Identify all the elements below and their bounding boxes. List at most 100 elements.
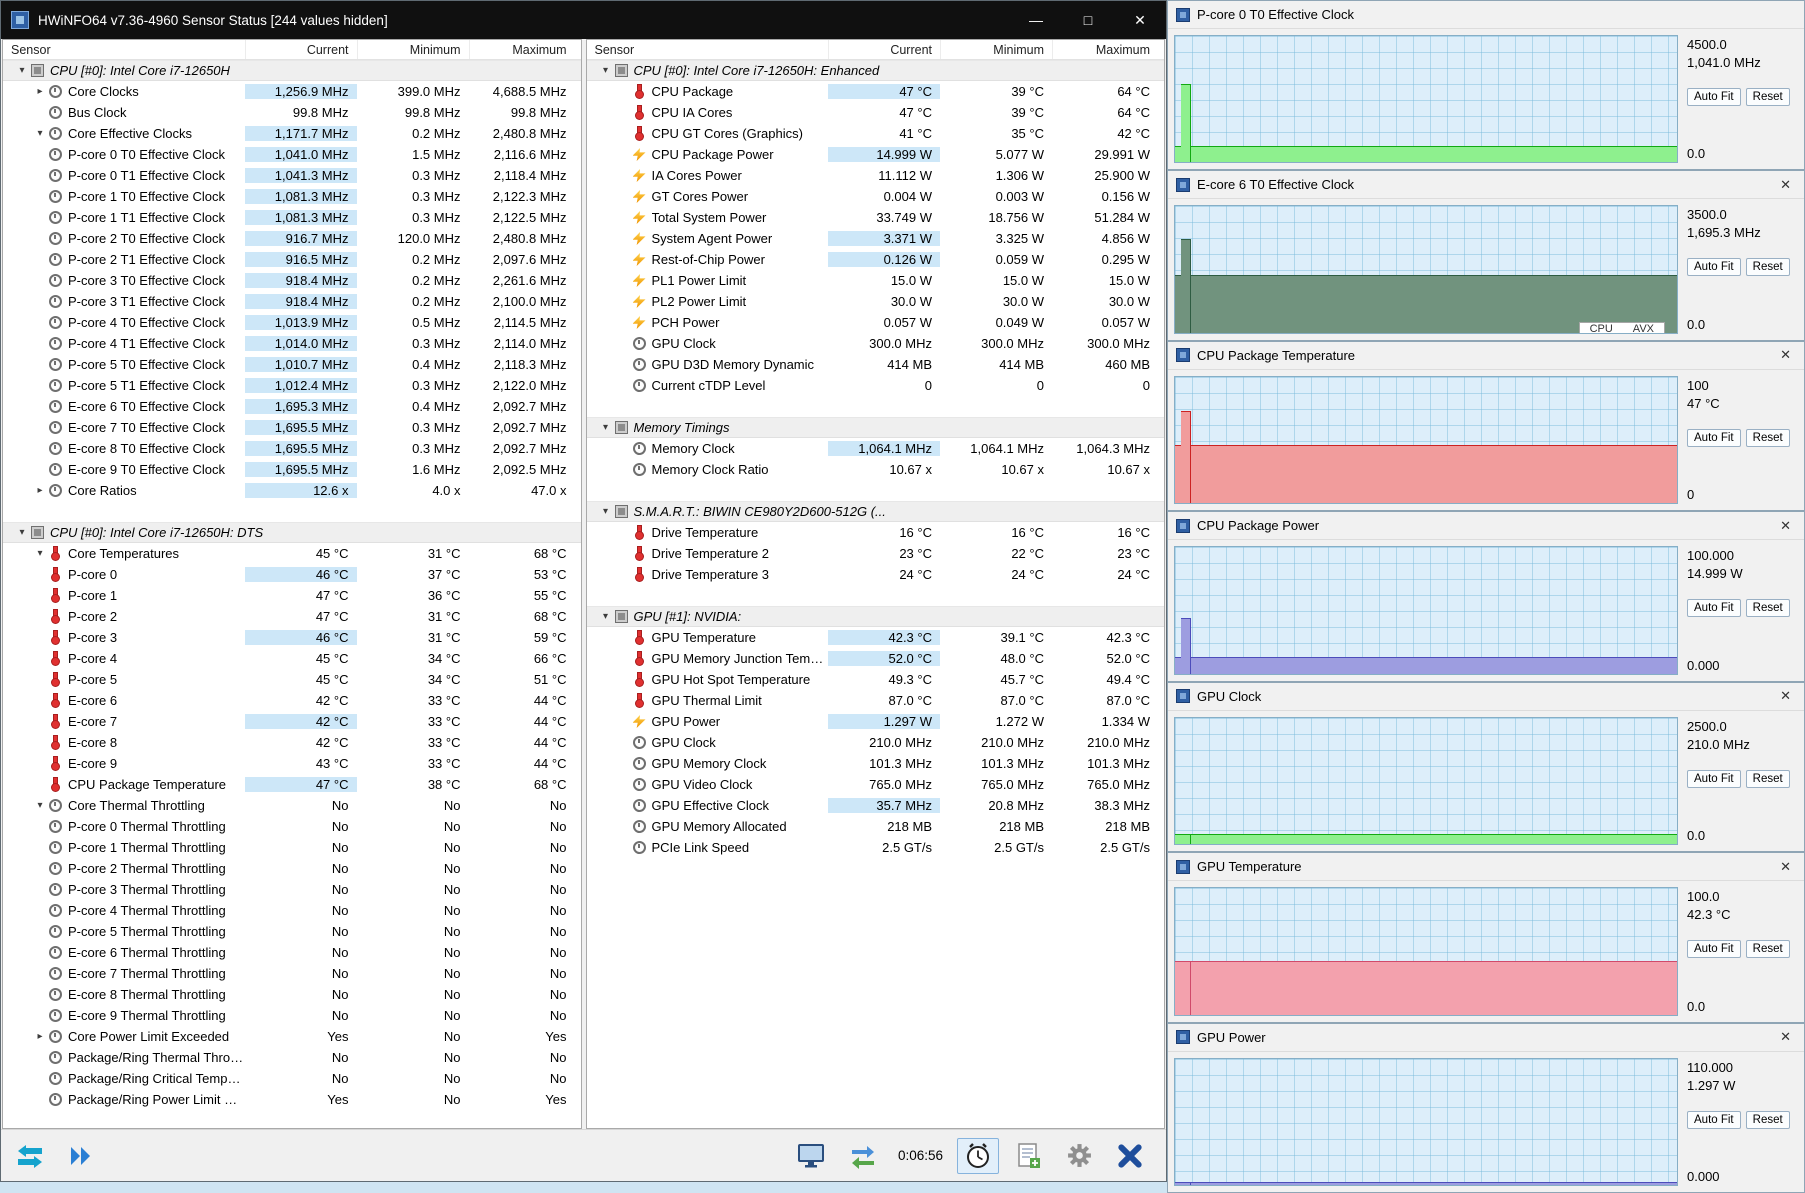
sensor-row[interactable]: P-core 3 Thermal Throttling No No No (3, 879, 581, 900)
sensor-row[interactable]: E-core 6 42 °C 33 °C 44 °C (3, 690, 581, 711)
column-header-right[interactable]: Sensor Current Minimum Maximum (586, 40, 1164, 60)
sensor-row[interactable]: GPU Memory Allocated 218 MB 218 MB 218 MB (587, 816, 1165, 837)
sensor-row[interactable]: CPU Package Temperature 47 °C 38 °C 68 °C (3, 774, 581, 795)
sensor-row[interactable]: Package/Ring Power Limit Exceeded Yes No Ye… (3, 1089, 581, 1110)
section-row[interactable]: ▾ Memory Timings (586, 417, 1164, 438)
graph-titlebar[interactable]: CPU Package Temperature ✕ (1168, 341, 1804, 370)
sensor-row[interactable]: P-core 3 T0 Effective Clock 918.4 MHz 0.2 … (3, 270, 581, 291)
close-icon[interactable]: ✕ (1775, 1029, 1796, 1045)
sensor-row[interactable]: P-core 4 T1 Effective Clock 1,014.0 MHz 0.… (3, 333, 581, 354)
sensor-row[interactable]: E-core 6 Thermal Throttling No No No (3, 942, 581, 963)
sensor-row[interactable]: GPU Effective Clock 35.7 MHz 20.8 MHz 38.3 … (587, 795, 1165, 816)
sensor-row[interactable]: E-core 7 Thermal Throttling No No No (3, 963, 581, 984)
reset-button[interactable]: Reset (1745, 940, 1790, 959)
sensor-row[interactable]: P-core 2 T1 Effective Clock 916.5 MHz 0.2 … (3, 249, 581, 270)
sensor-row[interactable]: System Agent Power 3.371 W 3.325 W 4.856 W (587, 228, 1165, 249)
sensor-row[interactable]: CPU GT Cores (Graphics) 41 °C 35 °C 42 °C (587, 123, 1165, 144)
auto-fit-button[interactable]: Auto Fit (1687, 88, 1741, 106)
sensor-row[interactable]: ▸ Core Power Limit Exceeded Yes No Yes (3, 1026, 581, 1047)
close-icon[interactable]: ✕ (1775, 177, 1796, 193)
auto-fit-button[interactable]: Auto Fit (1687, 428, 1741, 447)
sensor-row[interactable]: P-core 2 T0 Effective Clock 916.7 MHz 120.… (3, 228, 581, 249)
sensor-row[interactable]: P-core 5 T0 Effective Clock 1,010.7 MHz 0.… (3, 354, 581, 375)
sensor-column-header[interactable]: Sensor (595, 43, 829, 57)
maximize-button[interactable]: □ (1062, 1, 1114, 39)
sensor-row[interactable]: ▾ Core Effective Clocks 1,171.7 MHz 0.2 MHz… (3, 123, 581, 144)
sensor-row[interactable]: Memory Clock Ratio 10.67 x 10.67 x 10.67 x (587, 459, 1165, 480)
sensor-row[interactable]: P-core 5 T1 Effective Clock 1,012.4 MHz 0.… (3, 375, 581, 396)
current-column-header[interactable]: Current (244, 40, 357, 59)
sensor-row[interactable]: IA Cores Power 11.112 W 1.306 W 25.900 W (587, 165, 1165, 186)
sensor-row[interactable]: Drive Temperature 2 23 °C 22 °C 23 °C (587, 543, 1165, 564)
sensor-row[interactable]: Package/Ring Thermal Throttling No No No (3, 1047, 581, 1068)
auto-fit-button[interactable]: Auto Fit (1687, 258, 1741, 277)
sensor-row[interactable]: E-core 9 Thermal Throttling No No No (3, 1005, 581, 1026)
sensor-row[interactable]: P-core 2 47 °C 31 °C 68 °C (3, 606, 581, 627)
section-row[interactable]: ▾ CPU [#0]: Intel Core i7-12650H (3, 60, 581, 81)
chevron-down-icon[interactable]: ▾ (597, 611, 615, 622)
sensor-row[interactable]: CPU Package Power 14.999 W 5.077 W 29.991 W (587, 144, 1165, 165)
chevron-right-icon[interactable]: ▸ (31, 485, 49, 496)
sensor-row[interactable]: P-core 0 46 °C 37 °C 53 °C (3, 564, 581, 585)
sensor-row[interactable]: CPU IA Cores 47 °C 39 °C 64 °C (587, 102, 1165, 123)
sensor-row[interactable]: Memory Clock 1,064.1 MHz 1,064.1 MHz 1,064.… (587, 438, 1165, 459)
sensor-row[interactable]: GPU Memory Clock 101.3 MHz 101.3 MHz 101.3 … (587, 753, 1165, 774)
sensor-row[interactable]: E-core 8 Thermal Throttling No No No (3, 984, 581, 1005)
sensor-row[interactable]: E-core 6 T0 Effective Clock 1,695.3 MHz 0.… (3, 396, 581, 417)
reset-button[interactable]: Reset (1745, 428, 1790, 447)
chevron-down-icon[interactable]: ▾ (13, 65, 31, 76)
titlebar[interactable]: HWiNFO64 v7.36-4960 Sensor Status [244 v… (1, 1, 1166, 39)
graph-titlebar[interactable]: P-core 0 T0 Effective Clock (1168, 1, 1804, 29)
sensor-row[interactable]: P-core 3 T1 Effective Clock 918.4 MHz 0.2 … (3, 291, 581, 312)
reset-button[interactable]: Reset (1745, 88, 1790, 106)
sensor-row[interactable]: GT Cores Power 0.004 W 0.003 W 0.156 W (587, 186, 1165, 207)
nav-fast-forward-button[interactable] (61, 1140, 101, 1172)
sensor-row[interactable]: E-core 9 43 °C 33 °C 44 °C (3, 753, 581, 774)
nav-back-forward-button[interactable] (9, 1139, 51, 1173)
chevron-right-icon[interactable]: ▸ (31, 1031, 49, 1042)
chevron-down-icon[interactable]: ▾ (597, 506, 615, 517)
graph-titlebar[interactable]: GPU Clock ✕ (1168, 682, 1804, 711)
close-icon[interactable]: ✕ (1775, 688, 1796, 704)
settings-gear-button[interactable] (1059, 1138, 1100, 1173)
sensor-row[interactable]: PL2 Power Limit 30.0 W 30.0 W 30.0 W (587, 291, 1165, 312)
sensor-column-header[interactable]: Sensor (11, 43, 245, 57)
close-icon[interactable]: ✕ (1775, 347, 1796, 363)
chevron-down-icon[interactable]: ▾ (31, 548, 49, 559)
sensor-row[interactable]: GPU Hot Spot Temperature 49.3 °C 45.7 °C 49… (587, 669, 1165, 690)
sensor-row[interactable]: GPU Temperature 42.3 °C 39.1 °C 42.3 °C (587, 627, 1165, 648)
section-row[interactable]: ▾ S.M.A.R.T.: BIWIN CE980Y2D600-512G (... (586, 501, 1164, 522)
sensor-row[interactable]: P-core 0 T0 Effective Clock 1,041.0 MHz 1.… (3, 144, 581, 165)
auto-fit-button[interactable]: Auto Fit (1687, 599, 1741, 618)
close-button[interactable]: ✕ (1114, 1, 1166, 39)
chevron-down-icon[interactable]: ▾ (597, 65, 615, 76)
section-row[interactable]: ▾ GPU [#1]: NVIDIA: (586, 606, 1164, 627)
sensor-row[interactable]: GPU Memory Junction Temperature52.0 °C48… (587, 648, 1165, 669)
minimize-button[interactable]: — (1010, 1, 1062, 39)
chevron-down-icon[interactable]: ▾ (31, 800, 49, 811)
graph-titlebar[interactable]: E-core 6 T0 Effective Clock ✕ (1168, 171, 1804, 200)
chevron-down-icon[interactable]: ▾ (31, 128, 49, 139)
reset-button[interactable]: Reset (1745, 258, 1790, 277)
sensor-row[interactable]: CPU Package 47 °C 39 °C 64 °C (587, 81, 1165, 102)
sensor-row[interactable]: PL1 Power Limit 15.0 W 15.0 W 15.0 W (587, 270, 1165, 291)
maximum-column-header[interactable]: Maximum (1052, 40, 1164, 59)
remote-monitor-button[interactable] (790, 1138, 832, 1173)
close-icon[interactable]: ✕ (1775, 518, 1796, 534)
minimum-column-header[interactable]: Minimum (940, 40, 1052, 59)
close-sensors-button[interactable] (1110, 1139, 1150, 1173)
sensor-row[interactable]: GPU D3D Memory Dynamic 414 MB 414 MB 460 MB (587, 354, 1165, 375)
sensor-row[interactable]: Drive Temperature 3 24 °C 24 °C 24 °C (587, 564, 1165, 585)
sensor-swap-button[interactable] (842, 1138, 884, 1173)
sensor-row[interactable]: P-core 5 Thermal Throttling No No No (3, 921, 581, 942)
sensor-row[interactable]: P-core 1 T0 Effective Clock 1,081.3 MHz 0.… (3, 186, 581, 207)
auto-fit-button[interactable]: Auto Fit (1687, 769, 1741, 788)
sensor-row[interactable]: E-core 8 T0 Effective Clock 1,695.5 MHz 0.… (3, 438, 581, 459)
auto-fit-button[interactable]: Auto Fit (1687, 940, 1741, 959)
sensor-row[interactable]: Rest-of-Chip Power 0.126 W 0.059 W 0.295 W (587, 249, 1165, 270)
sensor-row[interactable]: P-core 1 47 °C 36 °C 55 °C (3, 585, 581, 606)
report-button[interactable] (1009, 1138, 1049, 1174)
reset-button[interactable]: Reset (1745, 769, 1790, 788)
graph-titlebar[interactable]: GPU Temperature ✕ (1168, 853, 1804, 882)
sensor-row[interactable]: GPU Thermal Limit 87.0 °C 87.0 °C 87.0 °C (587, 690, 1165, 711)
